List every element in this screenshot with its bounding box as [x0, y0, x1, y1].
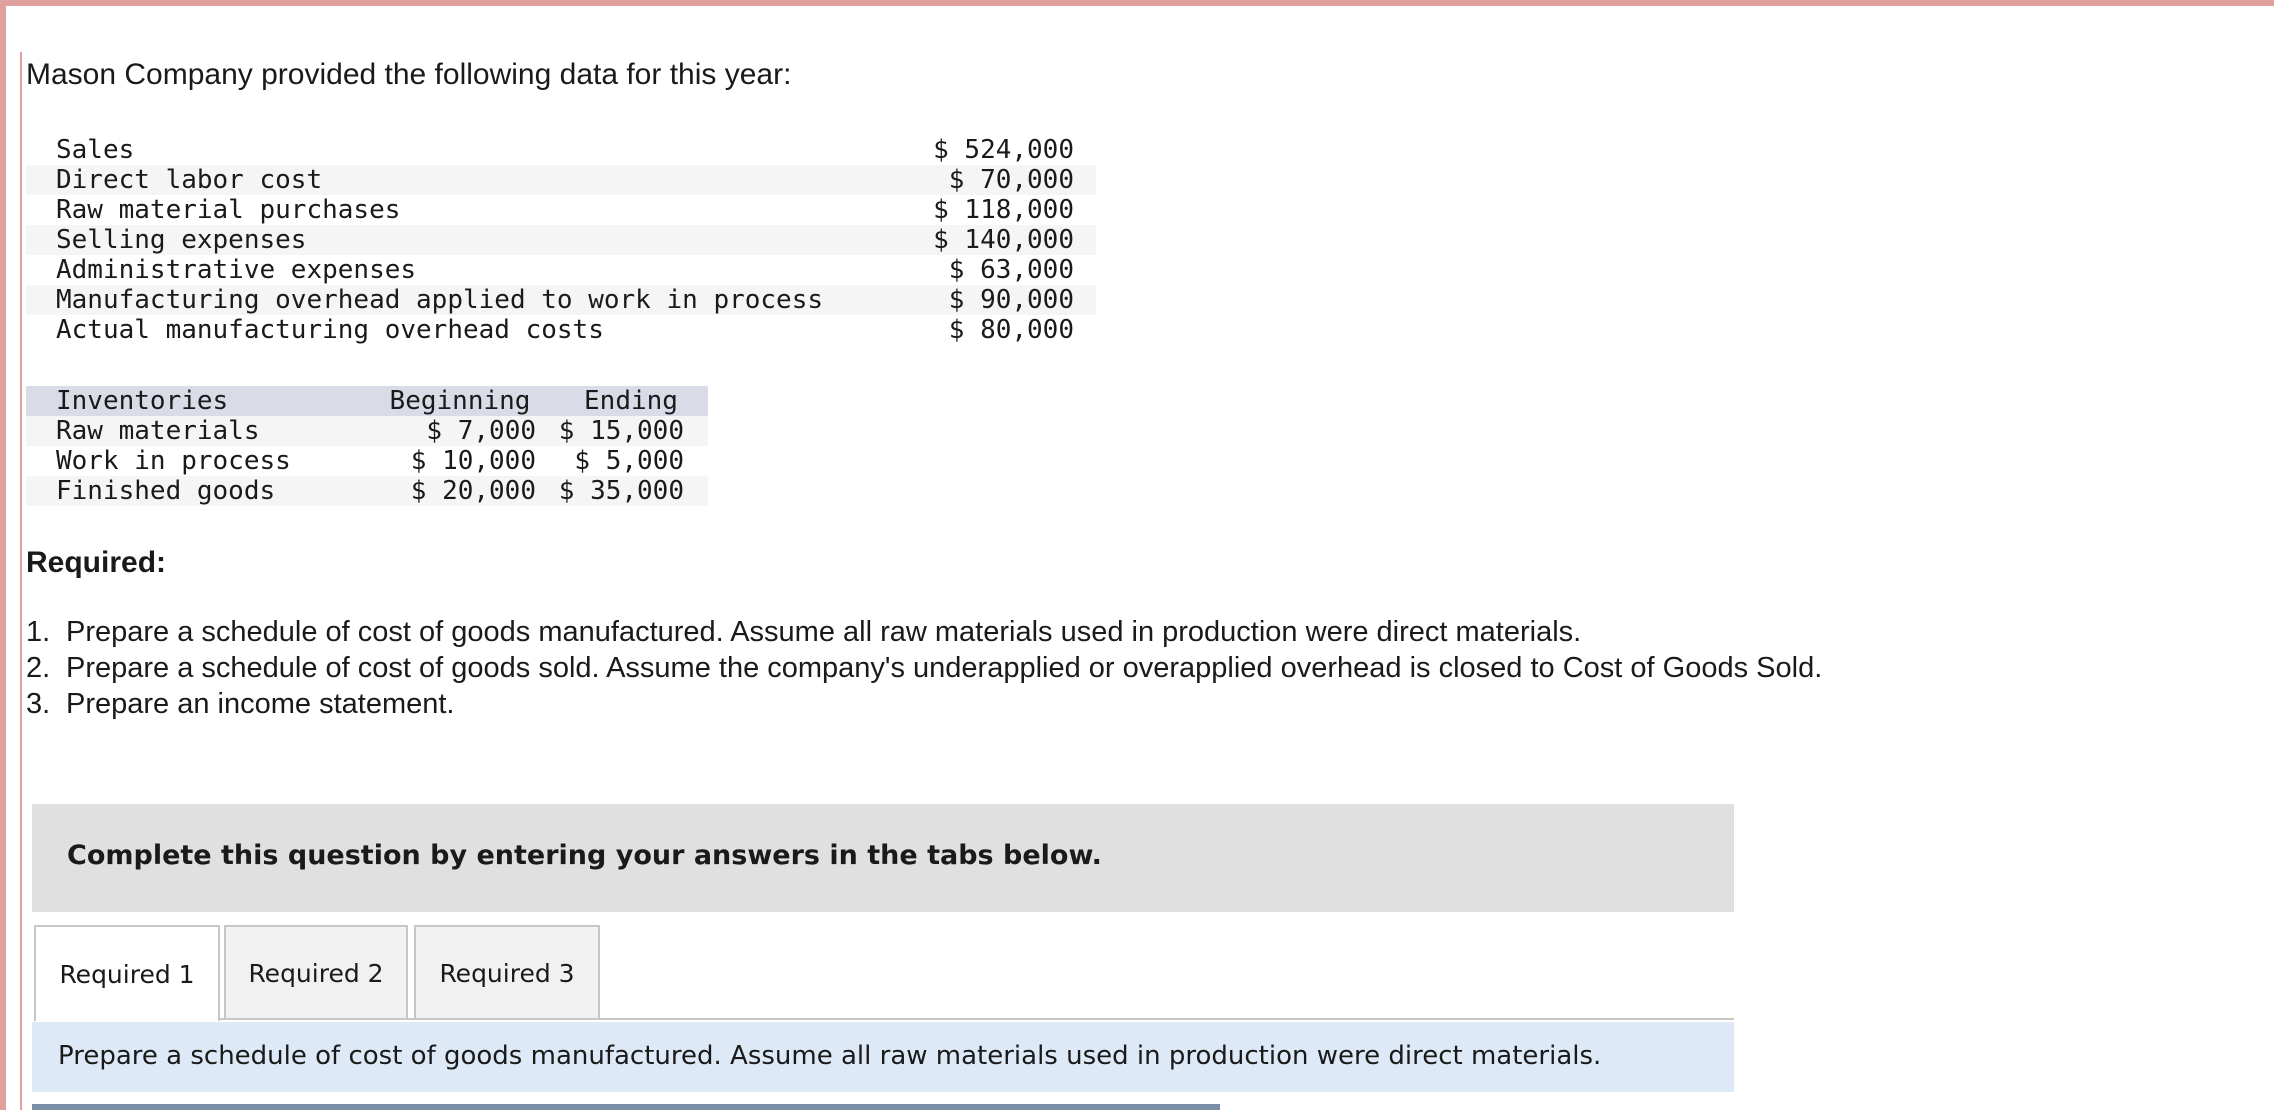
data-row-label: Raw material purchases — [56, 195, 401, 225]
question-left-rule — [20, 52, 22, 1110]
required-item: 1. Prepare a schedule of cost of goods m… — [26, 614, 1946, 650]
frame-left-border — [0, 0, 6, 1110]
data-row: Administrative expenses $ 63,000 — [26, 255, 1096, 285]
company-data-table: Sales $ 524,000 Direct labor cost $ 70,0… — [26, 135, 1096, 345]
intro-text: Mason Company provided the following dat… — [26, 58, 792, 91]
beginning-header: Beginning — [366, 386, 554, 416]
instruction-banner: Complete this question by entering your … — [32, 804, 1734, 912]
required-item-number: 1. — [26, 616, 51, 648]
data-row-value: $ 118,000 — [933, 195, 1074, 225]
required-item-number: 3. — [26, 688, 51, 720]
data-row-value: $ 524,000 — [933, 135, 1074, 165]
data-row: Actual manufacturing overhead costs $ 80… — [26, 315, 1096, 345]
data-row-value: $ 90,000 — [914, 285, 1096, 315]
required-item-number: 2. — [26, 652, 51, 684]
inventory-ending: $ 5,000 — [574, 446, 684, 476]
data-row-label: Direct labor cost — [26, 165, 915, 195]
inventories-header: Inventories — [26, 386, 366, 416]
data-row: Direct labor cost $ 70,000 — [26, 165, 1096, 195]
inventory-row: Work in process $ 10,000 $ 5,000 — [26, 446, 708, 476]
tab-required-3[interactable]: Required 3 — [414, 925, 600, 1019]
required-heading: Required: — [26, 546, 167, 579]
inventory-row: Finished goods $ 20,000 $ 35,000 — [26, 476, 708, 506]
data-row: Raw material purchases $ 118,000 — [26, 195, 1096, 225]
tab-panel-prompt: Prepare a schedule of cost of goods manu… — [32, 1022, 1734, 1092]
required-item-text: Prepare an income statement. — [66, 688, 455, 720]
inventories-table: Inventories Beginning Ending Raw materia… — [26, 386, 708, 506]
data-row-label: Manufacturing overhead applied to work i… — [26, 285, 915, 315]
inventory-label: Raw materials — [26, 416, 366, 446]
data-row: Selling expenses $ 140,000 — [26, 225, 1096, 255]
data-row-value: $ 80,000 — [948, 315, 1074, 345]
question-content: Mason Company provided the following dat… — [26, 0, 2226, 1110]
inventories-header-row: Inventories Beginning Ending — [26, 386, 708, 416]
data-row-value: $ 140,000 — [914, 225, 1096, 255]
inventory-label: Work in process — [56, 446, 291, 476]
required-item: 3. Prepare an income statement. — [26, 686, 1946, 722]
data-row-label: Sales — [56, 135, 135, 165]
data-row-label: Selling expenses — [26, 225, 915, 255]
inventory-beginning: $ 10,000 — [410, 446, 536, 476]
required-item: 2. Prepare a schedule of cost of goods s… — [26, 650, 1946, 686]
instruction-text: Complete this question by entering your … — [67, 840, 1102, 871]
answer-table-top-edge — [32, 1104, 1220, 1110]
tab-panel-prompt-text: Prepare a schedule of cost of goods manu… — [58, 1041, 1602, 1071]
inventory-beginning: $ 7,000 — [366, 416, 554, 446]
data-row-label: Actual manufacturing overhead costs — [56, 315, 604, 345]
tab-required-2[interactable]: Required 2 — [224, 925, 408, 1019]
required-list: 1. Prepare a schedule of cost of goods m… — [26, 614, 1946, 722]
data-row: Manufacturing overhead applied to work i… — [26, 285, 1096, 315]
tab-required-1[interactable]: Required 1 — [34, 925, 220, 1021]
data-row: Sales $ 524,000 — [26, 135, 1096, 165]
inventory-label: Finished goods — [26, 476, 366, 506]
data-row-value: $ 63,000 — [948, 255, 1074, 285]
answer-tabs: Required 1 Required 2 Required 3 — [34, 925, 1734, 1021]
inventory-ending: $ 15,000 — [554, 416, 708, 446]
inventory-row: Raw materials $ 7,000 $ 15,000 — [26, 416, 708, 446]
required-item-text: Prepare a schedule of cost of goods sold… — [66, 652, 1823, 684]
data-row-label: Administrative expenses — [56, 255, 417, 285]
required-item-text: Prepare a schedule of cost of goods manu… — [66, 616, 1582, 648]
tabs-divider — [220, 1018, 1734, 1020]
data-row-value: $ 70,000 — [914, 165, 1096, 195]
inventory-beginning: $ 20,000 — [366, 476, 554, 506]
ending-header: Ending — [554, 386, 708, 416]
inventory-ending: $ 35,000 — [554, 476, 708, 506]
